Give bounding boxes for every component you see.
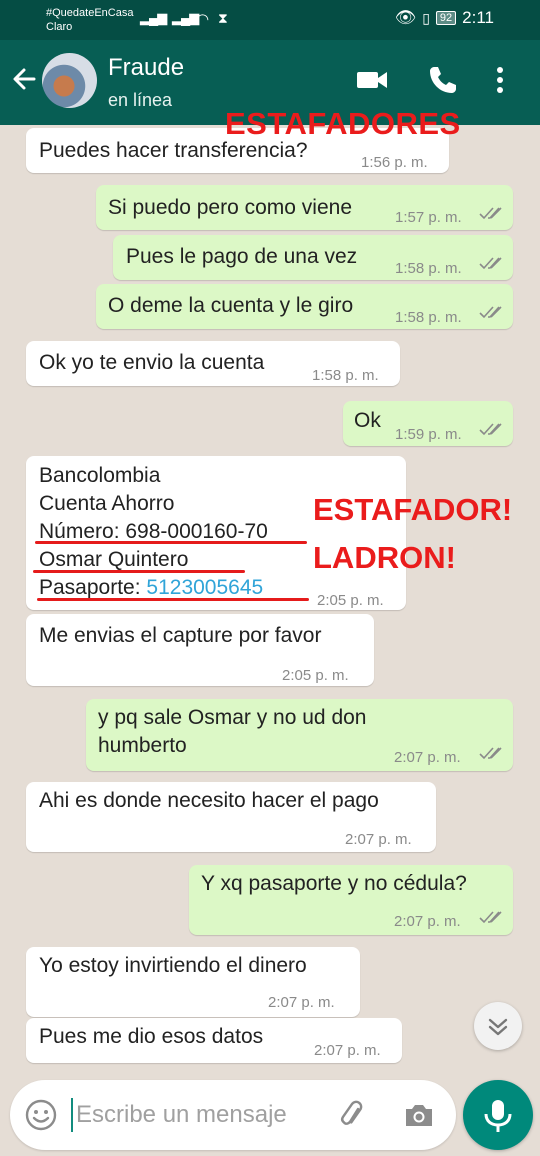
- message-outgoing[interactable]: Y xq pasaporte y no cédula? 2:07 p. m.: [189, 865, 513, 935]
- message-incoming[interactable]: Ok yo te envio la cuenta 1:58 p. m.: [26, 341, 400, 386]
- hourglass-icon: ⧗: [218, 10, 228, 26]
- scroll-down-icon: [488, 1018, 508, 1036]
- message-text: Me envias el capture por favor: [39, 624, 322, 647]
- message-text: Yo estoy invirtiendo el dinero: [39, 954, 307, 977]
- annotation-line-1: ESTAFADOR!: [313, 492, 513, 527]
- message-incoming[interactable]: Ahi es donde necesito hacer el pago 2:07…: [26, 782, 436, 852]
- carrier-name: Claro: [46, 21, 73, 33]
- signal-icon-2: ▂▄▆: [172, 10, 199, 25]
- contact-name[interactable]: Fraude: [108, 54, 184, 82]
- message-incoming[interactable]: Pues me dio esos datos 2:07 p. m.: [26, 1018, 402, 1063]
- voice-call-icon[interactable]: [425, 62, 461, 98]
- annotation-line-2: LADRON!: [313, 540, 456, 575]
- clock: 2:11: [462, 8, 494, 27]
- message-outgoing[interactable]: y pq sale Osmar y no ud don humberto 2:0…: [86, 699, 513, 771]
- message-text: Pues me dio esos datos: [39, 1025, 264, 1048]
- carrier-info: #QuedateEnCasa Claro: [46, 6, 133, 34]
- attach-icon[interactable]: [336, 1098, 370, 1132]
- message-time: 2:07 p. m.: [345, 831, 412, 848]
- message-time: 1:58 p. m.: [395, 309, 462, 326]
- mic-icon: [484, 1100, 512, 1132]
- status-bar: #QuedateEnCasa Claro ▂▄▆ ▂▄▆ ◠ ⧗ 👁 ▯ 92 …: [0, 0, 540, 40]
- message-incoming-account-details[interactable]: Bancolombia Cuenta Ahorro Número: 698-00…: [26, 456, 406, 610]
- message-outgoing[interactable]: Pues le pago de una vez 1:58 p. m.: [113, 235, 513, 280]
- passport-label: Pasaporte:: [39, 576, 147, 599]
- bank-name: Bancolombia: [39, 464, 161, 487]
- message-time: 2:05 p. m.: [317, 592, 384, 609]
- message-time: 1:57 p. m.: [395, 209, 462, 226]
- more-options-icon[interactable]: [490, 62, 510, 98]
- message-time: 2:07 p. m.: [314, 1042, 381, 1059]
- emoji-icon[interactable]: [24, 1098, 58, 1132]
- double-check-icon: [479, 207, 502, 220]
- message-incoming[interactable]: Yo estoy invirtiendo el dinero 2:07 p. m…: [26, 947, 360, 1017]
- message-text: Ok: [354, 409, 381, 432]
- double-check-icon: [479, 306, 502, 319]
- underline-account-number: [35, 541, 307, 544]
- double-check-icon: [479, 423, 502, 436]
- message-text-line: y pq sale Osmar y no ud don: [98, 706, 367, 729]
- wifi-icon: ◠: [196, 11, 209, 28]
- message-input[interactable]: [76, 1094, 326, 1136]
- underline-passport: [37, 598, 309, 601]
- video-call-icon[interactable]: [354, 62, 390, 98]
- message-time: 2:07 p. m.: [394, 749, 461, 766]
- message-outgoing[interactable]: Ok 1:59 p. m.: [343, 401, 513, 446]
- voice-message-button[interactable]: [463, 1080, 533, 1150]
- scroll-down-button[interactable]: [474, 1002, 522, 1050]
- message-outgoing[interactable]: O deme la cuenta y le giro 1:58 p. m.: [96, 284, 513, 329]
- passport-number-link[interactable]: 5123005645: [146, 576, 263, 599]
- contact-avatar[interactable]: [42, 53, 97, 108]
- status-right: 👁 ▯ 92 2:11: [395, 8, 494, 28]
- battery-level: 92: [435, 11, 457, 25]
- double-check-icon: [479, 911, 502, 924]
- message-time: 1:59 p. m.: [395, 426, 462, 443]
- message-incoming[interactable]: Me envias el capture por favor 2:05 p. m…: [26, 614, 374, 686]
- message-time: 2:07 p. m.: [394, 913, 461, 930]
- message-text: O deme la cuenta y le giro: [108, 294, 354, 317]
- message-text: Y xq pasaporte y no cédula?: [201, 872, 467, 895]
- double-check-icon: [479, 747, 502, 760]
- account-type: Cuenta Ahorro: [39, 492, 175, 515]
- message-time: 1:58 p. m.: [312, 367, 379, 384]
- message-text: Ahi es donde necesito hacer el pago: [39, 789, 379, 812]
- eye-icon: 👁: [394, 8, 417, 27]
- message-time: 1:58 p. m.: [395, 260, 462, 277]
- message-text: Pues le pago de una vez: [126, 245, 358, 268]
- carrier-tag: #QuedateEnCasa: [46, 7, 134, 19]
- message-text: Si puedo pero como viene: [108, 196, 352, 219]
- underline-account-holder: [33, 570, 245, 573]
- double-check-icon: [479, 257, 502, 270]
- back-arrow-icon[interactable]: [10, 62, 40, 96]
- message-text-line: humberto: [98, 734, 187, 757]
- message-text: Ok yo te envio la cuenta: [39, 351, 265, 374]
- contact-presence: en línea: [108, 90, 173, 110]
- vibrate-icon: ▯: [422, 9, 430, 26]
- message-time: 2:07 p. m.: [268, 994, 335, 1011]
- message-outgoing[interactable]: Si puedo pero como viene 1:57 p. m.: [96, 185, 513, 230]
- camera-icon[interactable]: [402, 1098, 436, 1132]
- signal-icon: ▂▄▆: [140, 10, 167, 25]
- message-time: 1:56 p. m.: [361, 154, 428, 171]
- message-time: 2:05 p. m.: [282, 667, 349, 684]
- annotation-title: ESTAFADORES: [225, 106, 461, 141]
- text-cursor: [71, 1098, 73, 1132]
- message-composer: [10, 1080, 456, 1150]
